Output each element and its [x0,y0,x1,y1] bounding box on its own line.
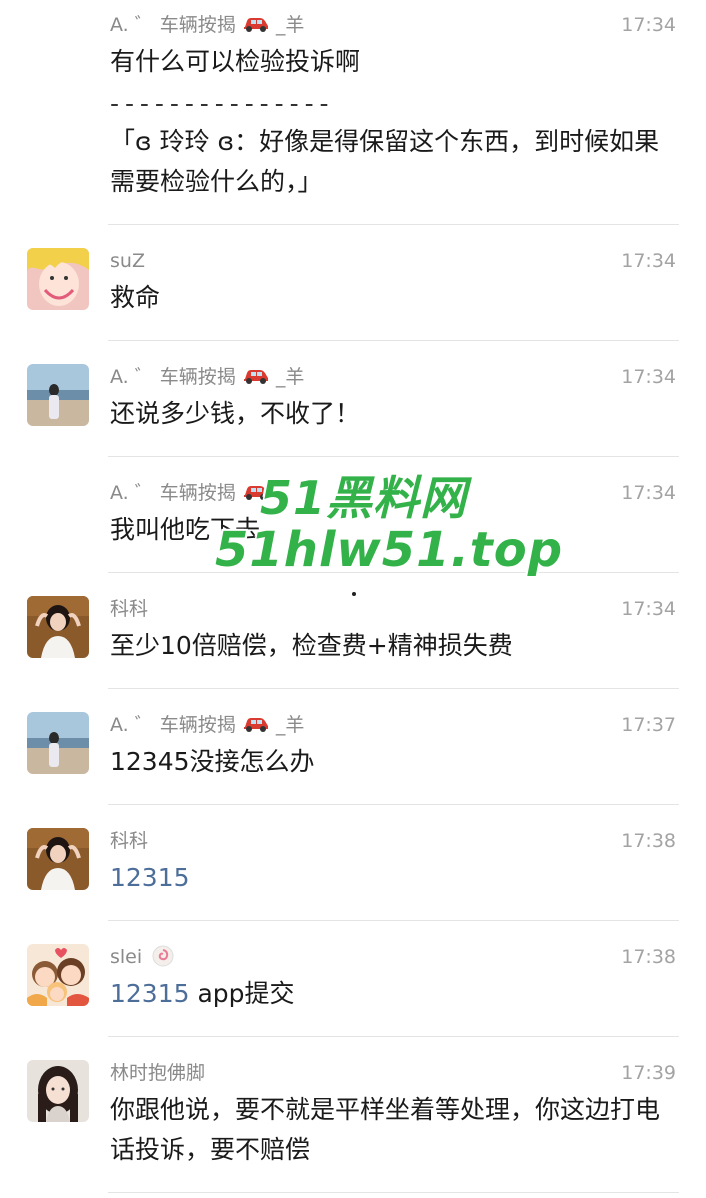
chat-message-list: A. ゛ 车辆按揭 _羊 17:34 有什么可以检验投诉啊 - - - - - … [0,0,706,1198]
sender-name-suffix: _羊 [275,14,305,36]
message-text: 你跟他说，要不就是平样坐着等处理，你这边打电话投诉，要不赔偿 [110,1095,661,1164]
stray-dot [352,592,356,596]
message-time: 17:34 [621,366,676,388]
message-text: 有什么可以检验投诉啊 [110,47,361,76]
sender-name[interactable]: suZ [110,248,145,274]
avatar[interactable] [27,712,89,774]
sender-name-suffix: _羊 [275,366,305,388]
quoted-message[interactable]: 「ɞ 玲玲 ɞ：好像是得保留这个东西，到时候如果需要检验什么的，」 [110,122,680,202]
sender-name[interactable]: A. ゛ 车辆按揭 [110,480,270,506]
sender-name[interactable]: 科科 [110,596,148,622]
divider [108,804,679,805]
red-car-emoji-icon [242,366,270,386]
message-time: 17:34 [621,250,676,272]
divider [108,224,679,225]
avatar[interactable] [27,364,89,426]
sender-name[interactable]: 林时抱佛脚 [110,1060,205,1086]
red-car-emoji-icon [242,714,270,734]
sender-name[interactable]: 科科 [110,828,148,854]
avatar[interactable] [27,1060,89,1122]
divider [108,1192,679,1193]
sender-name-text: A. ゛ 车辆按揭 [110,482,236,504]
divider [108,1036,679,1037]
message-time: 17:34 [621,482,676,504]
avatar[interactable] [27,828,89,890]
divider [108,572,679,573]
message-text: 我叫他吃下去 [110,515,261,544]
message-text: 至少10倍赔偿，检查费+精神损失费 [110,631,513,660]
message-time: 17:38 [621,946,676,968]
sender-name-text: A. ゛ 车辆按揭 [110,366,236,388]
phone-number-link[interactable]: 12315 [110,979,190,1008]
avatar[interactable] [27,248,89,310]
avatar[interactable] [27,944,89,1006]
sender-name-suffix: _羊 [275,714,305,736]
avatar[interactable] [27,596,89,658]
sender-name-text: A. ゛ 车辆按揭 [110,714,236,736]
message-time: 17:34 [621,598,676,620]
red-car-emoji-icon [242,14,270,34]
fish-cake-emoji-icon [152,945,174,967]
divider [108,920,679,921]
sender-name[interactable]: A. ゛ 车辆按揭 _羊 [110,712,304,738]
message-text-rest: app提交 [189,979,295,1008]
message-time: 17:34 [621,14,676,36]
message-time: 17:37 [621,714,676,736]
message-time: 17:38 [621,830,676,852]
phone-number-link[interactable]: 12315 [110,863,190,892]
sender-name-text: A. ゛ 车辆按揭 [110,14,236,36]
sender-name-text: slei [110,946,143,968]
sender-name[interactable]: slei [110,944,174,970]
sender-name[interactable]: A. ゛ 车辆按揭 _羊 [110,364,304,390]
message-text: 救命 [110,283,161,312]
message-text: 12345没接怎么办 [110,747,315,776]
divider [108,456,679,457]
message-text: 12315 [110,858,680,898]
divider [108,340,679,341]
message-text: 还说多少钱，不收了！ [110,399,361,428]
divider [108,688,679,689]
message-text: 12315 app提交 [110,974,680,1014]
red-car-emoji-icon [242,482,270,502]
quote-separator: - - - - - - - - - - - - - - - [110,89,329,118]
message-time: 17:39 [621,1062,676,1084]
sender-name[interactable]: A. ゛ 车辆按揭 _羊 [110,12,304,38]
